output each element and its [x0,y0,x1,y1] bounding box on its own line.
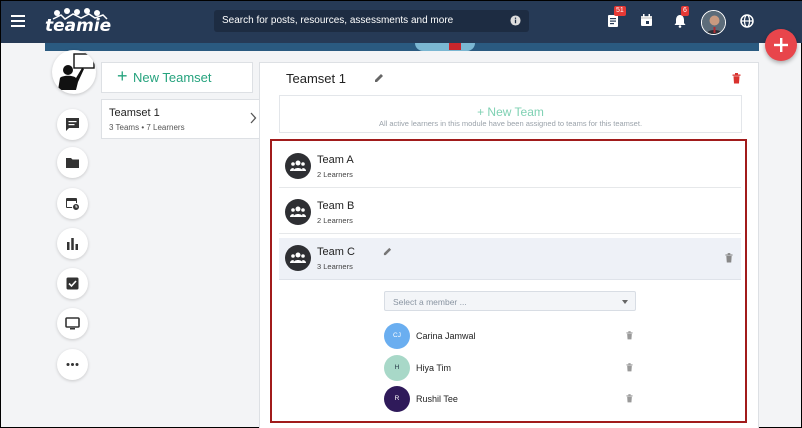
search-input[interactable]: Search for posts, resources, assessments… [214,10,529,32]
globe-icon[interactable] [739,13,755,29]
course-banner [45,43,759,51]
new-team-button[interactable]: + New Team All active learners in this m… [279,95,742,133]
bell-badge: 6 [681,6,689,16]
sidebar-assessments[interactable] [57,268,88,299]
feed-badge: 51 [614,6,626,16]
sidebar-schedule[interactable] [57,188,88,219]
teacher-icon [58,53,95,90]
teamie-logo[interactable]: teamie [45,6,111,36]
folder-icon [66,158,79,168]
top-navigation-bar: teamie Search for posts, resources, asse… [1,1,802,43]
edit-icon[interactable] [374,73,384,83]
chat-icon [66,118,79,131]
logo-text: teamie [45,16,112,36]
delete-icon[interactable] [732,73,741,84]
more-icon [66,363,79,366]
add-fab-button[interactable] [765,29,797,61]
new-team-label: + New Team [477,105,544,119]
teamset-summary: 3 Teams • 7 Learners [109,123,185,132]
plus-icon: + [117,66,128,86]
chevron-right-icon [250,112,257,124]
monitor-icon [65,317,80,330]
highlight-outline [270,139,747,423]
menu-icon[interactable] [11,15,25,27]
search-placeholder: Search for posts, resources, assessments… [222,15,454,26]
checkbox-icon [66,277,79,290]
teamset-list-panel: + New Teamset Teamset 1 3 Teams • 7 Lear… [101,62,266,422]
sidebar-messages[interactable] [57,109,88,140]
calendar-icon[interactable] [639,13,655,29]
new-team-note: All active learners in this module have … [378,119,643,128]
new-teamset-button[interactable]: + New Teamset [101,62,253,93]
teamset-title: Teamset 1 [109,107,160,119]
teamset-item[interactable]: Teamset 1 3 Teams • 7 Learners [101,99,266,139]
info-icon[interactable] [510,15,521,26]
sidebar-presentation[interactable] [57,308,88,339]
bell-icon[interactable]: 6 [672,6,689,29]
course-avatar[interactable] [52,50,96,94]
user-avatar[interactable] [701,10,726,35]
new-teamset-label: New Teamset [133,70,212,85]
feed-icon[interactable]: 51 [605,6,626,29]
plus-icon [774,38,788,52]
sidebar-resources[interactable] [57,147,88,178]
teamset-heading: Teamset 1 [286,71,346,86]
calendar-clock-icon [66,198,80,211]
sidebar-analytics[interactable] [57,228,88,259]
bar-chart-icon [67,238,78,250]
sidebar-more[interactable] [57,349,88,380]
